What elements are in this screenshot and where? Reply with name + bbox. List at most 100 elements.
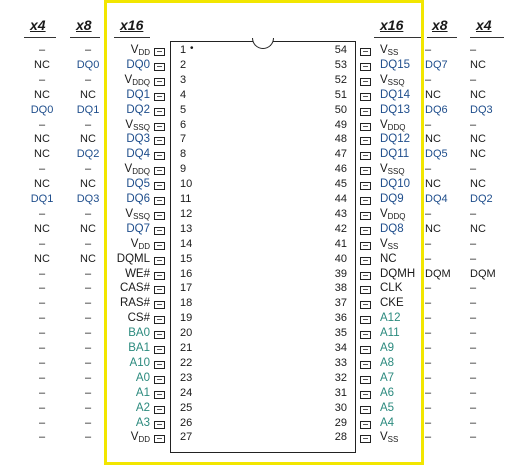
pin-right-signal: VSS [380,44,398,57]
pin-right-x8: – [425,237,432,250]
pin-left-signal: VDD [131,431,150,444]
pin-left-pad [154,77,165,86]
signal-text: DQ5 [126,178,150,191]
signal-text: DQ3 [126,133,150,146]
pin-right-signal: DQ8 [380,223,404,235]
signal-text: DQ0 [126,58,150,71]
pin-right-x8: DQ6 [425,103,448,116]
pin-left-pad [154,346,165,354]
signal-text: DQ4 [126,148,150,161]
pin-right-pad [360,62,371,71]
pin-right-signal: A5 [380,402,394,414]
pin-right-pad [360,301,371,310]
pin-right-x8: DQM [425,267,451,280]
pin-right-signal: A11 [380,327,400,339]
pin-left-number: 27 [180,431,193,444]
pin-left-signal: VDD [131,238,150,251]
pin-left-x8: – [84,163,92,176]
pin-left-number: 23 [180,371,193,384]
pin-right-pad [360,405,371,414]
pin-right-signal: NC [380,253,397,265]
pin-right-number: 28 [334,431,347,444]
pin-left-x4: DQ0 [30,103,54,116]
pin-left-pad [154,167,165,176]
pin-right-x8: – [425,44,432,56]
pin-left-x8: DQ0 [76,58,100,71]
pin-left-x8: – [84,431,92,444]
header-right-x8: x8 [432,17,448,33]
pin-left-pad [154,286,165,295]
pin-right-x8: – [425,297,432,310]
signal-text: A8 [380,356,395,369]
pin-right-x8: – [425,312,432,325]
pin-left-number: 17 [180,282,193,295]
signal-text: A3 [135,416,150,429]
pin-left-number: 25 [180,401,193,414]
signal-text: A12 [380,312,401,325]
pin-right-number: 31 [334,386,347,399]
pin-right-number: 29 [334,416,347,429]
pin-left-signal: VDD [131,44,150,57]
header-right-x4: x4 [476,17,492,33]
pin-right-pad [360,77,371,86]
signal-subscript: DDQ [387,211,406,221]
pin-right-number: 37 [334,297,347,310]
pin-right-number: 42 [334,222,347,235]
pin-left-x8: DQ3 [76,193,100,205]
signal-text: CKE [380,297,404,310]
pin-right-pad [360,286,371,295]
pin-left-signal: A3 [136,417,150,429]
signal-text: NC [380,252,397,265]
pin-left-x4: – [38,327,46,340]
pin-right-number: 40 [334,252,347,265]
pin-left-x8: NC [80,222,96,235]
pin-left-signal: DQ3 [126,133,150,145]
pin-left-x4: – [38,73,46,86]
pin-left-x8: – [84,356,92,369]
pin-left-pad [154,256,165,265]
pin-right-signal: A7 [380,372,394,384]
signal-text: DQ14 [380,88,411,101]
pin-right-pad [360,122,371,131]
signal-text: DQ13 [380,103,411,116]
pin-left-signal: DQ6 [126,193,150,205]
signal-subscript: DDQ [132,77,150,87]
pin-right-signal: VSS [380,238,398,251]
signal-text: DQ12 [380,133,411,146]
pin-right-number: 51 [334,88,347,101]
header-rule-left-x4 [24,37,56,38]
pin-left-number: 6 [180,118,187,131]
signal-subscript: SS [387,241,399,251]
pin-right-pad [360,420,371,429]
pin-left-x4: NC [34,58,50,71]
signal-subscript: DDQ [132,167,150,177]
pin-right-pad [360,316,371,325]
pin-left-x8: – [84,416,92,429]
pin-right-number: 44 [334,193,347,205]
pin-left-signal: A0 [136,372,150,384]
pin-left-number: 3 [180,73,187,86]
signal-text: DQMH [380,267,416,280]
pin-right-x8: NC [425,133,441,146]
pin-left-pad [154,405,165,414]
pin-right-x4: – [470,342,477,354]
pin-right-x8: – [425,356,432,369]
pin-right-x8: NC [425,88,441,101]
pin-right-x4: – [470,237,477,250]
signal-text: V [125,118,134,131]
pin-left-pad [154,152,165,161]
pin-right-x8: – [425,118,432,131]
pin-left-pad [154,122,165,131]
pin-right-x8: – [425,386,432,399]
pin-right-signal: DQ13 [380,104,410,116]
pin-right-number: 33 [334,356,347,369]
pin-left-pad [154,316,165,325]
pin-right-pad [360,226,371,235]
pin-right-number: 50 [334,103,347,116]
pin-right-x8: – [425,401,432,414]
pin-right-x8: – [425,282,432,295]
pin-left-number: 12 [180,207,193,220]
pin-right-x4: – [470,118,477,131]
pin-right-signal: A4 [380,417,394,429]
pin-left-x8: NC [80,133,96,146]
